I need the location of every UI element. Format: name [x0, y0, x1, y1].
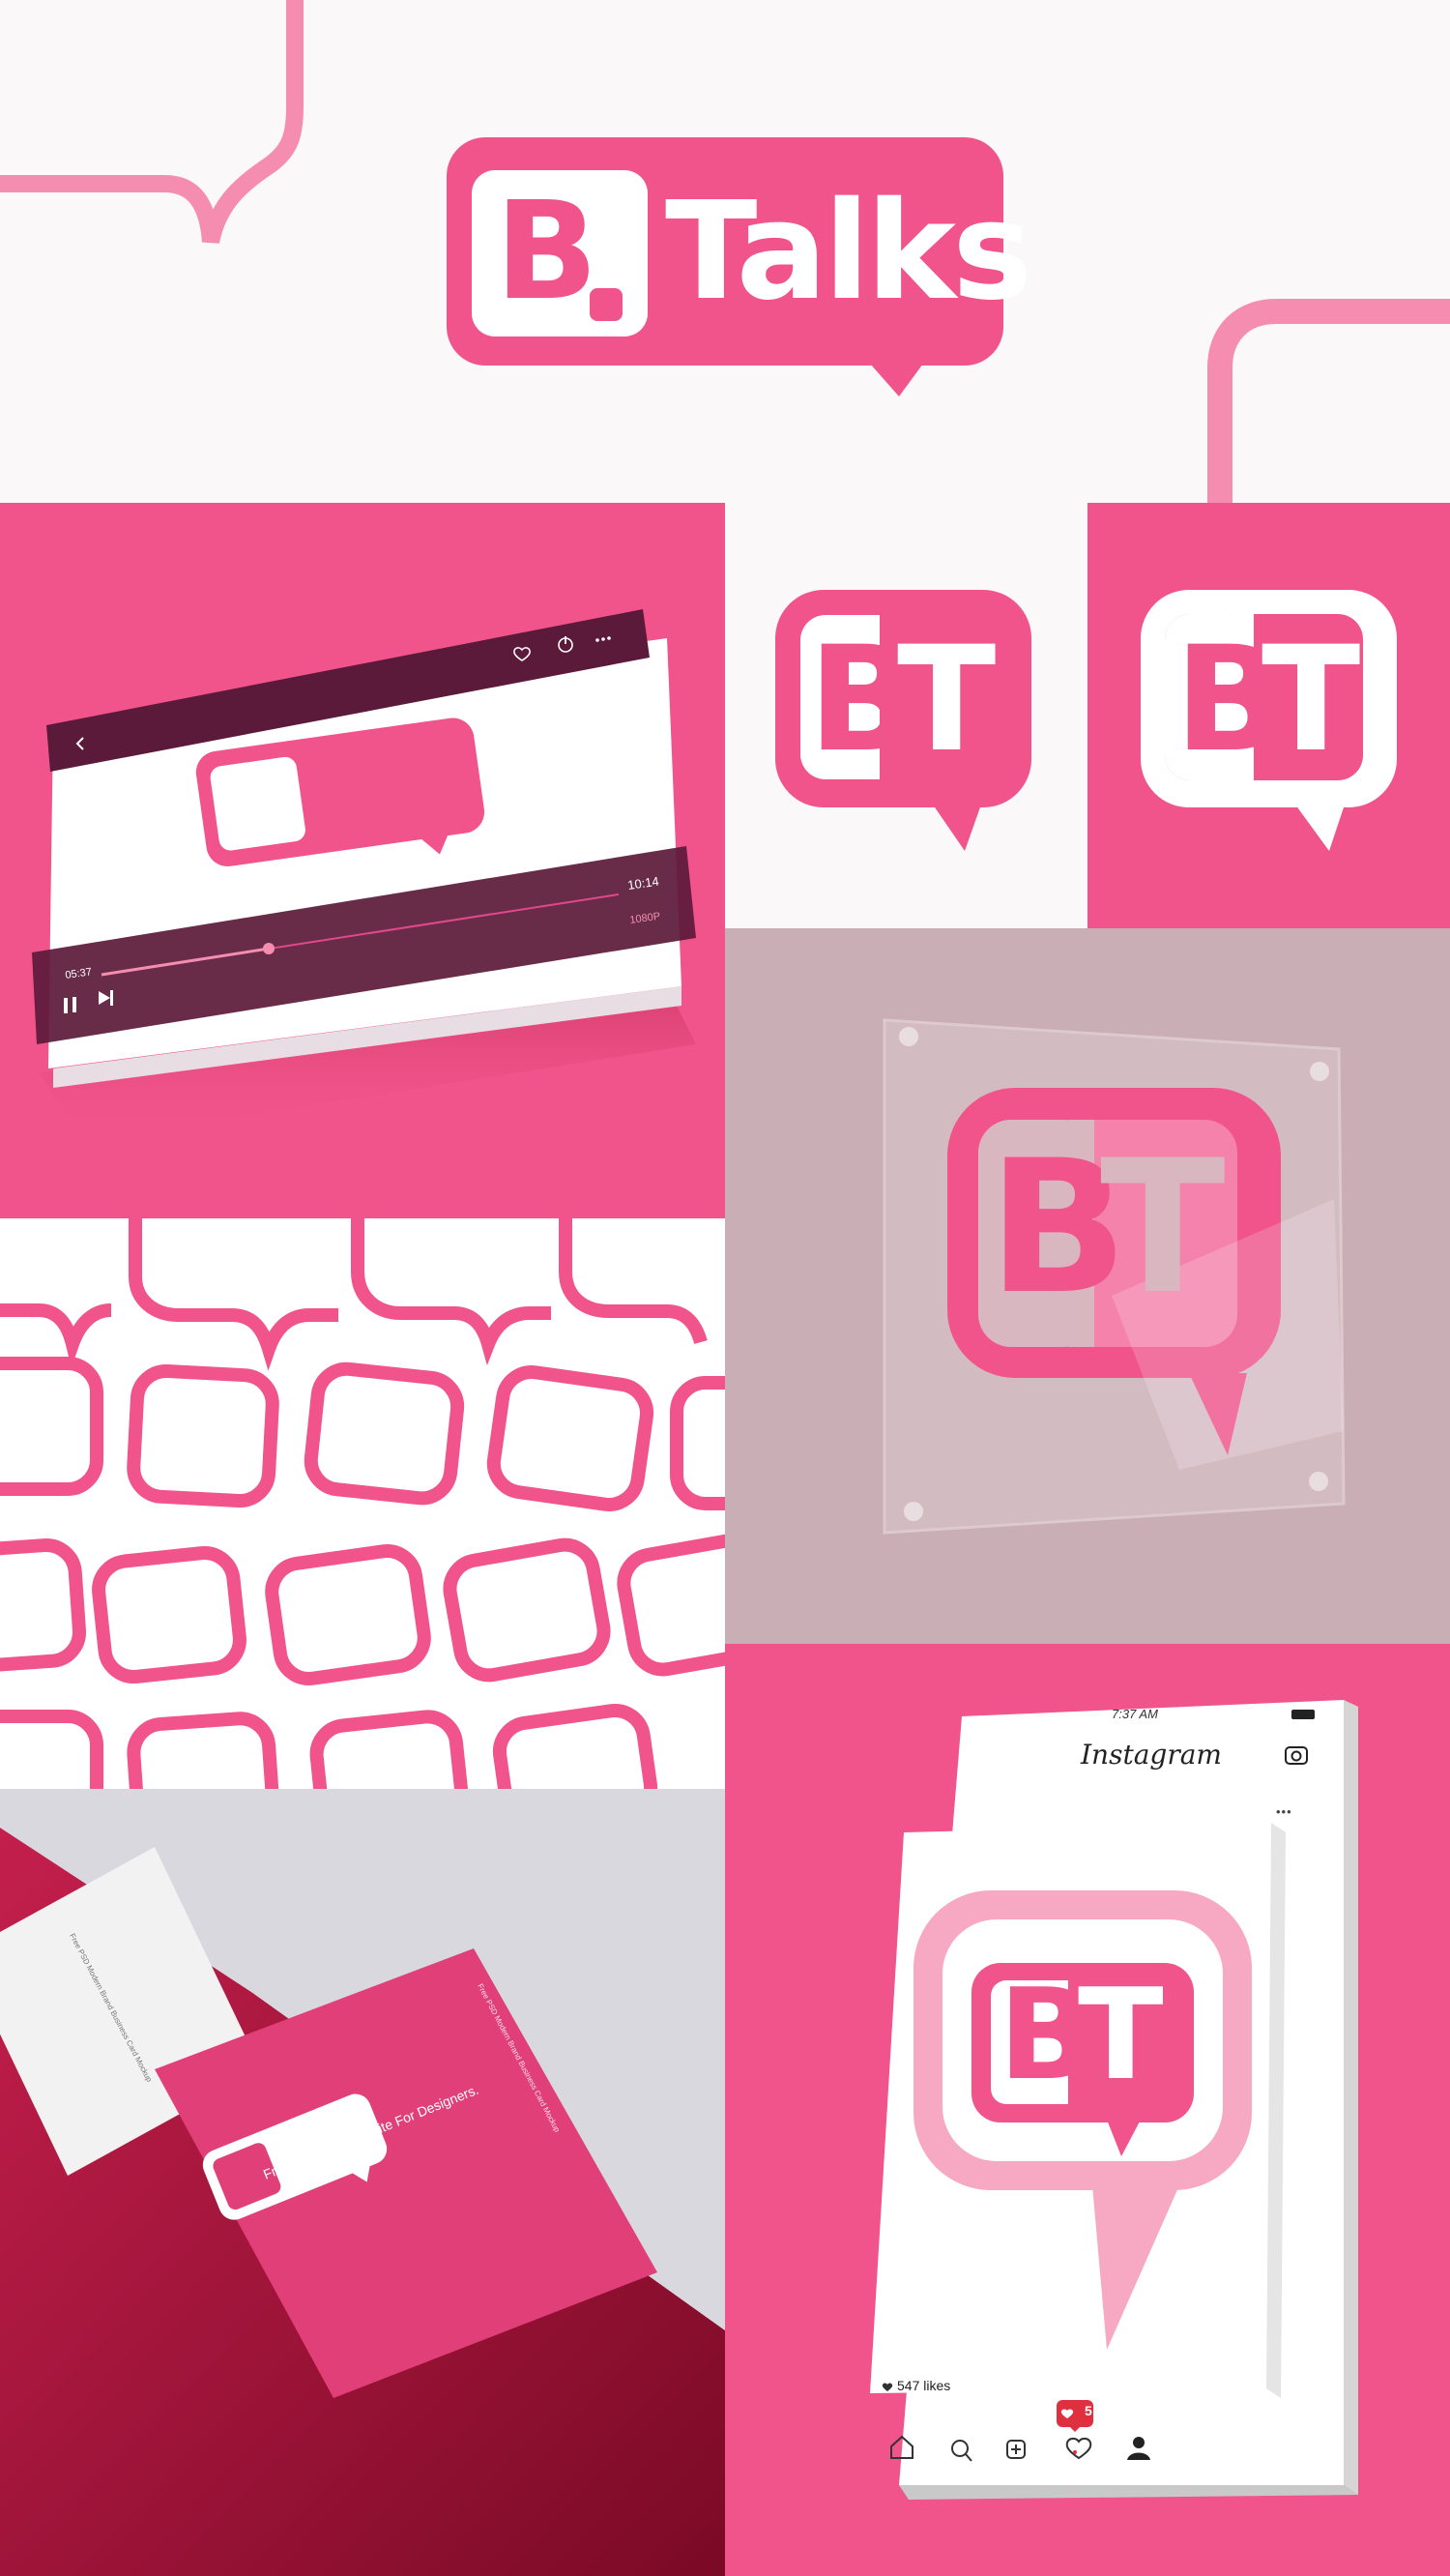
- logo-word-talks: Talks: [665, 173, 1032, 331]
- status-time: 7:37 AM: [1112, 1707, 1158, 1721]
- likes-count: 547 likes: [897, 2378, 951, 2393]
- profile-icon: [1133, 2437, 1145, 2448]
- glass-bolt-1: [899, 1027, 918, 1046]
- more-horizontal-icon: [595, 638, 599, 642]
- bt-icon-light-tile: B T: [725, 503, 1088, 928]
- glass-sign-section: B T: [725, 928, 1450, 1644]
- bt-pink-letter-t: T: [1262, 616, 1361, 784]
- glass-letter-t: T: [1100, 1121, 1226, 1334]
- bt-light-letter-t: T: [897, 616, 997, 784]
- logo-dot: [590, 288, 623, 321]
- instagram-section: 7:37 AM Instagram ••• 547 likes 5 B T: [725, 1644, 1450, 2576]
- video-player-section: 10:14 1080P 05:37: [0, 503, 725, 1218]
- video-progress-handle[interactable]: [263, 943, 275, 954]
- speech-line-right: [1207, 299, 1450, 503]
- post-more-button[interactable]: •••: [1276, 1804, 1292, 1819]
- logo-letter-b: B: [495, 173, 598, 331]
- notification-count: 5: [1085, 2403, 1092, 2418]
- bt-icon-pink-tile: B T: [1088, 503, 1450, 928]
- main-logo: B Talks: [445, 135, 1032, 406]
- instagram-title: Instagram: [1081, 1739, 1222, 1771]
- post-letter-t: T: [1078, 1961, 1164, 2108]
- speech-bubble-pattern: [0, 1218, 725, 1789]
- business-card-section: Free Mockups Website For Designers. Free…: [0, 1789, 725, 2576]
- battery-icon: [1291, 1710, 1315, 1719]
- pause-icon: [64, 998, 68, 1013]
- speech-line-top-left: [0, 0, 304, 245]
